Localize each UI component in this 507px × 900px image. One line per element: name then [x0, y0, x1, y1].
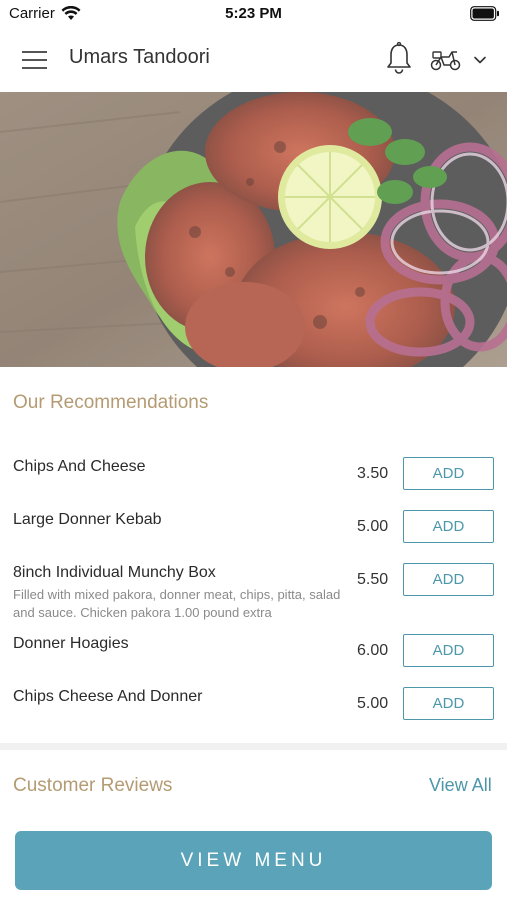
- item-price: 5.00: [357, 695, 389, 712]
- item-name: 8inch Individual Munchy Box: [13, 564, 216, 581]
- section-divider: [0, 743, 507, 750]
- app-header: Umars Tandoori: [0, 28, 507, 92]
- recommendations-title: Our Recommendations: [13, 392, 209, 413]
- add-button[interactable]: ADD: [403, 687, 494, 720]
- notification-bell-icon[interactable]: [384, 42, 414, 76]
- item-price: 6.00: [357, 642, 389, 659]
- reviews-title: Customer Reviews: [13, 775, 173, 796]
- item-price: 5.50: [357, 571, 389, 588]
- status-bar: Carrier 5:23 PM: [0, 0, 507, 28]
- add-button[interactable]: ADD: [403, 510, 494, 543]
- app-title: Umars Tandoori: [69, 46, 210, 68]
- item-description: Filled with mixed pakora, donner meat, c…: [13, 587, 341, 620]
- item-name: Chips Cheese And Donner: [13, 688, 203, 705]
- delivery-scooter-icon[interactable]: [430, 46, 462, 72]
- item-name: Chips And Cheese: [13, 458, 146, 475]
- item-name: Donner Hoagies: [13, 635, 129, 652]
- add-button[interactable]: ADD: [403, 563, 494, 596]
- view-menu-button[interactable]: VIEW MENU: [15, 831, 492, 890]
- status-time: 5:23 PM: [225, 5, 282, 22]
- add-button[interactable]: ADD: [403, 634, 494, 667]
- hero-food-image: [0, 92, 507, 367]
- item-price: 5.00: [357, 518, 389, 535]
- add-button[interactable]: ADD: [403, 457, 494, 490]
- view-all-reviews-link[interactable]: View All: [429, 775, 492, 796]
- battery-icon: [470, 6, 499, 21]
- hamburger-menu-icon[interactable]: [22, 49, 48, 71]
- item-name: Large Donner Kebab: [13, 511, 162, 528]
- chevron-down-icon[interactable]: [472, 53, 488, 67]
- tandoori-chicken-illustration: [0, 92, 507, 367]
- item-price: 3.50: [357, 465, 389, 482]
